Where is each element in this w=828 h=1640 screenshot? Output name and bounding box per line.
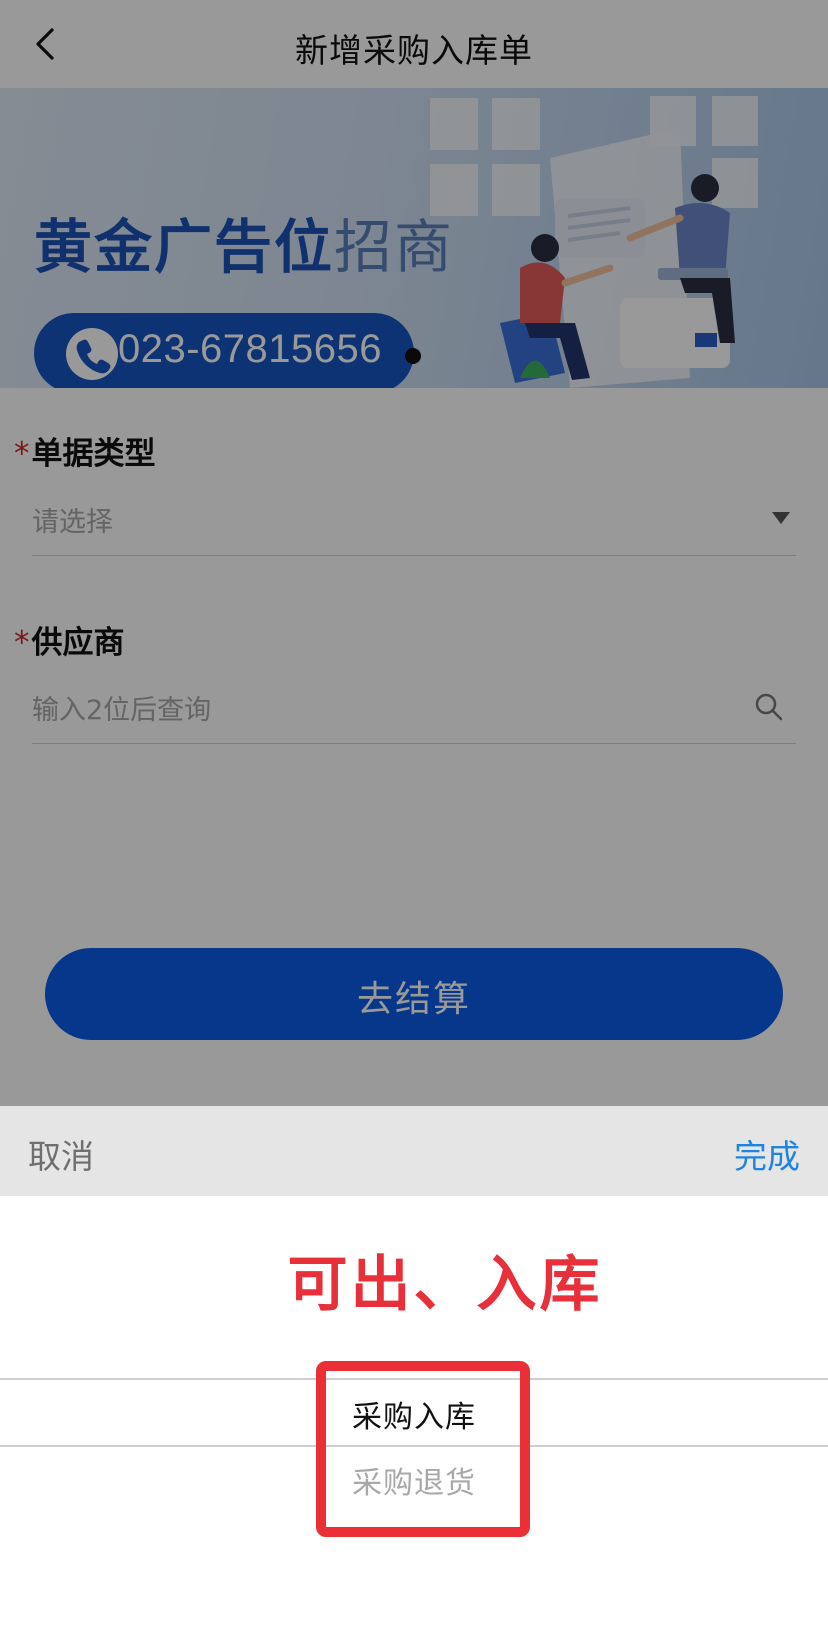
- page: 新增采购入库单 黄金广告位招商 023-67815656 *单据类型 请选择 *…: [0, 0, 828, 1640]
- picker-done-button[interactable]: 完成: [734, 1130, 800, 1178]
- picker-toolbar: 取消 完成: [0, 1106, 828, 1196]
- modal-overlay[interactable]: [0, 0, 828, 1106]
- picker-cancel-button[interactable]: 取消: [28, 1130, 94, 1178]
- annotation-text: 可出、入库: [287, 1250, 603, 1320]
- annotation-highlight-box: [316, 1361, 530, 1537]
